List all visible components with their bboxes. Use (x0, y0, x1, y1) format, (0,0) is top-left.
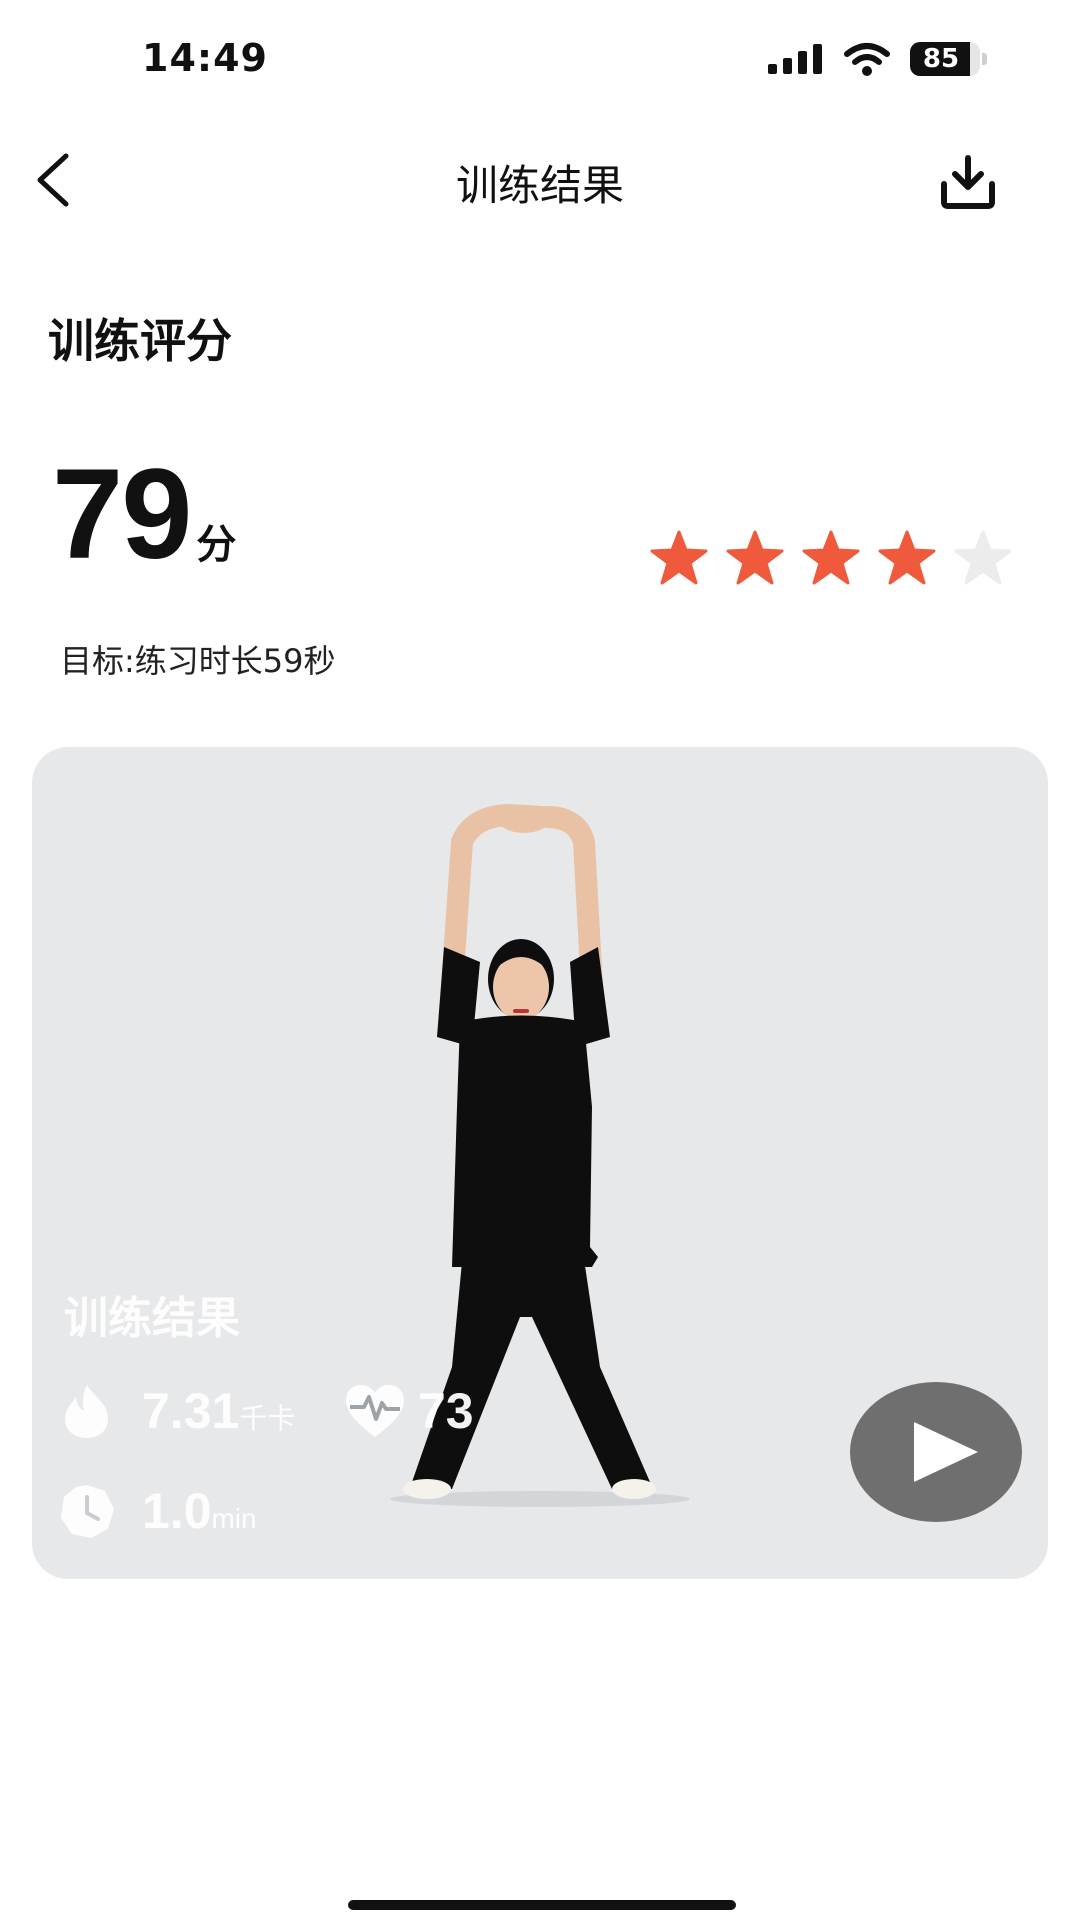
status-bar: 14:49 85 (0, 0, 1080, 110)
star-filled-icon (878, 530, 936, 585)
battery-percent: 85 (922, 44, 960, 74)
status-time: 14:49 (142, 36, 268, 80)
duration-value-wrap: 1.0min (142, 1483, 257, 1547)
signal-icon (768, 44, 822, 74)
play-button[interactable] (850, 1382, 1022, 1522)
page-title: 训练结果 (455, 161, 624, 210)
score-display: 79 分 (52, 450, 236, 580)
wifi-icon (844, 43, 890, 76)
calories-unit: 千卡 (239, 1403, 296, 1434)
battery-indicator: 85 (910, 42, 988, 76)
battery-body: 85 (910, 42, 980, 76)
star-rating (650, 530, 1020, 586)
calories-value: 7.31 (142, 1383, 240, 1439)
download-button[interactable] (938, 154, 998, 210)
home-indicator (348, 1900, 736, 1910)
duration-unit: min (211, 1503, 257, 1534)
score-unit: 分 (196, 522, 237, 568)
duration-value: 1.0 (142, 1483, 212, 1539)
star-filled-icon (802, 530, 860, 585)
calories-value-wrap: 7.31千卡 (142, 1383, 295, 1447)
goal-text: 目标:练习时长59秒 (60, 642, 336, 680)
heart-pulse-icon (346, 1385, 404, 1437)
star-filled-icon (726, 530, 784, 585)
score-value: 79 (52, 443, 192, 586)
battery-cap (982, 53, 987, 65)
star-filled-icon (650, 530, 708, 585)
nav-bar: 训练结果 (0, 130, 1080, 230)
clock-icon (61, 1485, 114, 1538)
download-icon (941, 155, 995, 209)
heart-rate-value: 73 (418, 1383, 474, 1439)
card-title: 训练结果 (64, 1293, 240, 1344)
star-empty-icon (954, 530, 1012, 585)
section-title: 训练评分 (48, 314, 232, 368)
flame-icon (65, 1385, 108, 1438)
play-icon (914, 1422, 978, 1482)
training-video-card[interactable]: 训练结果 7.31千卡 73 1.0min (32, 747, 1048, 1579)
